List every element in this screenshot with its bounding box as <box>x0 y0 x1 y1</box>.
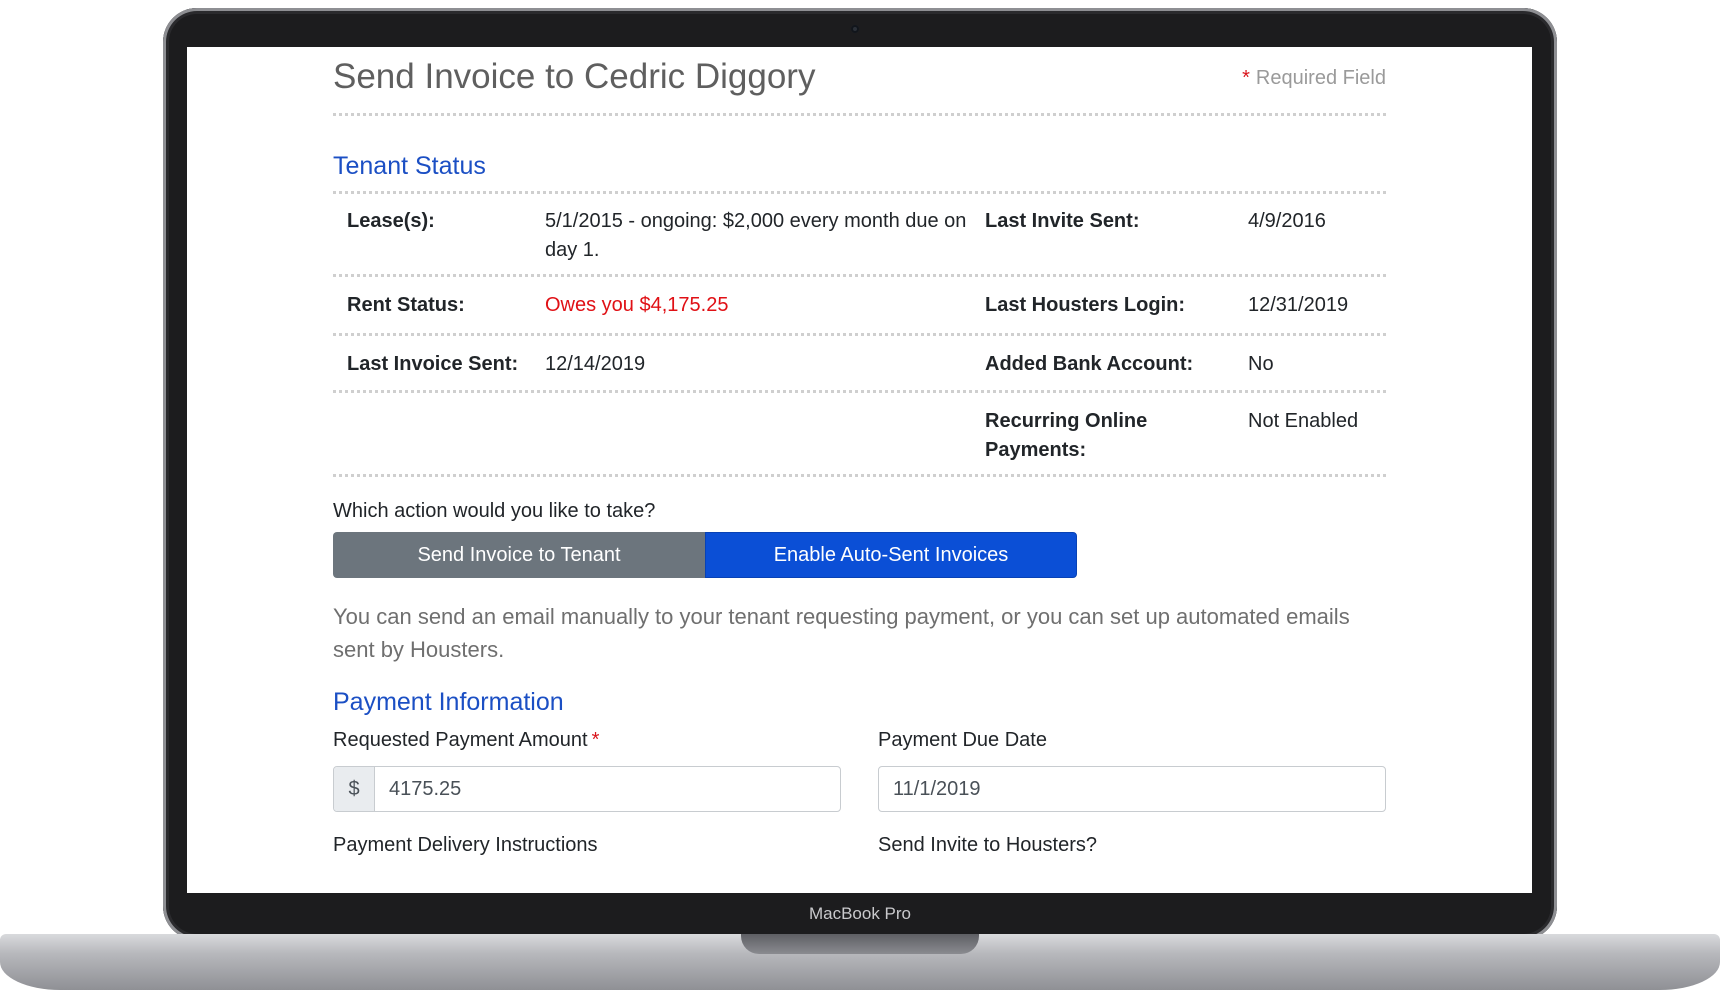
delivery-instructions-label: Payment Delivery Instructions <box>333 834 598 856</box>
enable-auto-invoices-button[interactable]: Enable Auto-Sent Invoices <box>705 532 1077 578</box>
device-brand-label: MacBook Pro <box>808 904 912 923</box>
status-row-rent: Rent Status: Owes you $4,175.25 Last Hou… <box>333 277 1386 336</box>
rent-status-value: Owes you $4,175.25 <box>545 294 729 316</box>
status-row-invoice: Last Invoice Sent: 12/14/2019 Added Bank… <box>333 336 1386 393</box>
last-invoice-value: 12/14/2019 <box>545 353 646 375</box>
status-row-recurring: Recurring Online Payments: Not Enabled <box>333 393 1386 477</box>
camera-icon <box>851 25 859 33</box>
due-date-input-group <box>878 766 1386 812</box>
delivery-field-group: Payment Delivery Instructions <box>333 834 841 863</box>
lease-value: 5/1/2015 - ongoing: $2,000 every month d… <box>545 210 967 261</box>
tenant-status-title: Tenant Status <box>333 152 1386 194</box>
bank-account-label: Added Bank Account: <box>985 353 1194 375</box>
recurring-payments-value: Not Enabled <box>1248 410 1359 432</box>
screen: Send Invoice to Cedric Diggory * Required… <box>187 47 1532 893</box>
send-invoice-button[interactable]: Send Invoice to Tenant <box>333 532 705 578</box>
rent-status-label: Rent Status: <box>347 294 465 316</box>
currency-addon: $ <box>334 767 375 811</box>
due-date-input[interactable] <box>879 767 1385 811</box>
action-question: Which action would you like to take? <box>333 500 656 522</box>
payment-form-row-2: Payment Delivery Instructions Send Invit… <box>333 834 1386 863</box>
recurring-payments-label: Recurring Online Payments: <box>985 410 1148 461</box>
last-invite-value: 4/9/2016 <box>1248 210 1326 232</box>
amount-field-group: Requested Payment Amount * $ <box>333 729 841 812</box>
payment-form-row-1: Requested Payment Amount* $ Payment Due … <box>333 729 1386 812</box>
status-row-lease: Lease(s): 5/1/2015 - ongoing: $2,000 eve… <box>333 194 1386 277</box>
payment-information-title: Payment Information <box>333 688 564 716</box>
action-button-group: Send Invoice to Tenant Enable Auto-Sent … <box>333 532 1386 578</box>
empty-value <box>545 407 985 474</box>
last-invite-label: Last Invite Sent: <box>985 210 1140 232</box>
required-star: * <box>1242 67 1250 89</box>
empty-label <box>333 407 545 474</box>
due-date-label: Payment Due Date <box>878 729 1047 751</box>
amount-label-text: Requested Payment Amount <box>333 729 588 751</box>
laptop-opening-notch <box>741 934 979 954</box>
amount-required-star: * <box>591 729 600 751</box>
due-date-field-group: Payment Due Date <box>878 729 1386 812</box>
bank-account-value: No <box>1248 353 1274 375</box>
last-invoice-label: Last Invoice Sent: <box>347 353 519 375</box>
amount-input[interactable] <box>375 767 840 811</box>
send-invite-label: Send Invite to Housters? <box>878 834 1098 856</box>
required-field-label: Required Field <box>1255 67 1386 89</box>
last-login-value: 12/31/2019 <box>1248 294 1349 316</box>
amount-input-group: $ <box>333 766 841 812</box>
invite-field-group: Send Invite to Housters? <box>878 834 1386 863</box>
required-field-note: * Required Field <box>1242 67 1386 90</box>
invoice-form: Send Invoice to Cedric Diggory * Required… <box>333 47 1386 863</box>
lease-label: Lease(s): <box>347 210 435 232</box>
action-help-text: You can send an email manually to your t… <box>333 604 1350 662</box>
last-login-label: Last Housters Login: <box>985 294 1186 316</box>
page-title: Send Invoice to Cedric Diggory <box>333 57 816 96</box>
page-header: Send Invoice to Cedric Diggory * Required… <box>333 47 1386 116</box>
amount-field-label: Requested Payment Amount * <box>333 729 841 758</box>
